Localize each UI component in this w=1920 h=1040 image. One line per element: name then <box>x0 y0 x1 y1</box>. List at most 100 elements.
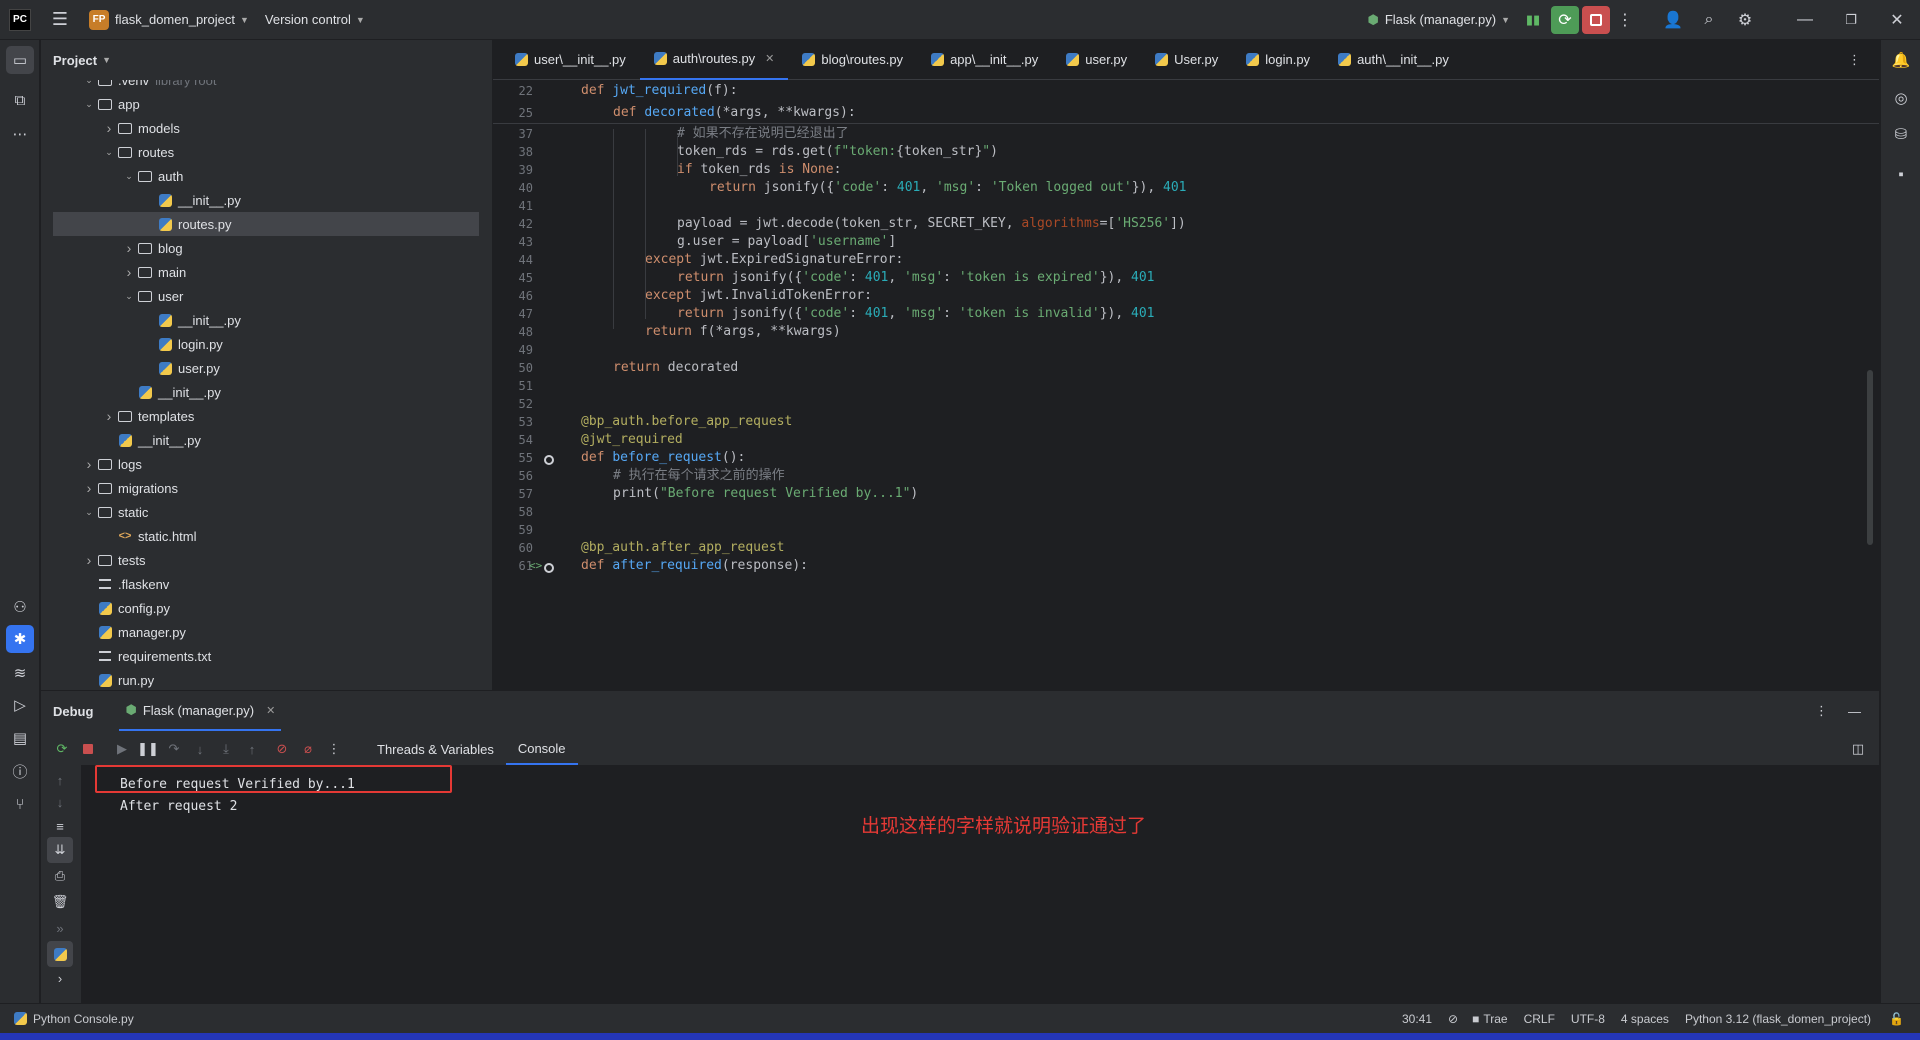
trae-plugin-label[interactable]: Trae <box>1483 1012 1507 1026</box>
tree-file[interactable]: <> static.html <box>41 524 481 548</box>
breakpoint-marker-icon[interactable] <box>544 563 554 573</box>
line-number[interactable]: 51 <box>493 377 533 395</box>
lock-icon[interactable]: 🔓 <box>1889 1012 1904 1026</box>
line-number[interactable]: 57 <box>493 485 533 503</box>
project-switcher[interactable]: FP flask_domen_project ▼ <box>81 6 257 34</box>
tree-folder[interactable]: › models <box>41 116 481 140</box>
tree-file[interactable]: config.py <box>41 596 481 620</box>
scroll-to-end-icon[interactable]: ⇊ <box>47 837 73 863</box>
editor-tab[interactable]: app\__init__.py <box>917 40 1052 80</box>
tree-file[interactable]: run.py <box>41 668 481 690</box>
close-tab-icon[interactable]: ✕ <box>765 52 774 65</box>
status-breadcrumb[interactable]: Python Console.py <box>14 1012 134 1026</box>
line-ending[interactable]: CRLF <box>1524 1012 1555 1026</box>
search-icon[interactable]: ⌕ <box>1694 5 1724 35</box>
more-tools-icon[interactable]: ⋯ <box>6 120 34 148</box>
line-number[interactable]: 53 <box>493 413 533 431</box>
editor-tab[interactable]: auth\routes.py ✕ <box>639 40 789 80</box>
tabs-more-icon[interactable]: ⋮ <box>1848 52 1861 68</box>
line-number[interactable]: 40 <box>493 179 533 197</box>
tree-file[interactable]: user.py <box>41 356 481 380</box>
run-config-selector[interactable]: ⬢ Flask (manager.py) ▼ <box>1359 6 1518 34</box>
layers-icon[interactable]: ≋ <box>6 659 34 687</box>
chevron-right-icon[interactable]: › <box>47 965 73 991</box>
file-encoding[interactable]: UTF-8 <box>1571 1012 1605 1026</box>
no-tracking-icon[interactable]: ⊘ <box>1448 1012 1458 1026</box>
chevron-right-icon[interactable]: › <box>81 456 97 472</box>
line-number[interactable]: 56 <box>493 467 533 485</box>
python-console-icon[interactable] <box>47 941 73 967</box>
tree-folder[interactable]: › tests <box>41 548 481 572</box>
debug-bug-icon[interactable]: ✱ <box>6 625 34 653</box>
line-number[interactable]: 60 <box>493 539 533 557</box>
chevron-right-icon[interactable]: › <box>101 408 117 424</box>
tree-file[interactable]: __init__.py <box>41 308 481 332</box>
ai-assistant-icon[interactable]: ◎ <box>1887 84 1915 112</box>
indent-setting[interactable]: 4 spaces <box>1621 1012 1669 1026</box>
more-icon[interactable]: ⋮ <box>321 736 347 762</box>
tree-folder[interactable]: › logs <box>41 452 481 476</box>
chevron-right-icon[interactable]: › <box>81 480 97 496</box>
more-actions-icon[interactable]: ⋮ <box>1610 5 1640 35</box>
settings-gear-icon[interactable]: ⚙ <box>1730 5 1760 35</box>
tab-threads-variables[interactable]: Threads & Variables <box>365 733 506 765</box>
tree-folder[interactable]: ⌄ routes <box>41 140 481 164</box>
pause-icon[interactable]: ❚❚ <box>135 736 161 762</box>
ide-logo[interactable]: PC <box>9 8 31 31</box>
override-gutter-icon[interactable]: <> <box>529 557 542 575</box>
line-number[interactable]: 38 <box>493 143 533 161</box>
code-view[interactable]: ⚠ 1 ︿ ﹀ 37# 如果不存在说明已经退出了38token_rds = rd… <box>493 80 1879 690</box>
more-options-icon[interactable]: ⋮ <box>1815 703 1828 719</box>
chevron-down-icon[interactable]: ⌄ <box>81 507 97 518</box>
tree-file[interactable]: __init__.py <box>41 428 481 452</box>
scroll-down-icon[interactable]: ↓ <box>47 789 73 815</box>
chevron-right-icon[interactable]: › <box>81 552 97 568</box>
console-output[interactable]: Before request Verified by...1 After req… <box>81 765 1879 1004</box>
line-number[interactable]: 47 <box>493 305 533 323</box>
minimize-icon[interactable]: — <box>1782 5 1828 35</box>
tree-folder[interactable]: › migrations <box>41 476 481 500</box>
problems-icon[interactable]: ⓘ <box>6 757 34 785</box>
line-number[interactable]: 25 <box>493 102 533 124</box>
line-number[interactable]: 59 <box>493 521 533 539</box>
tree-file[interactable]: login.py <box>41 332 481 356</box>
tree-folder[interactable]: ⌄ app <box>41 92 481 116</box>
line-number[interactable]: 44 <box>493 251 533 269</box>
restore-icon[interactable]: ❐ <box>1828 5 1874 35</box>
line-number[interactable]: 58 <box>493 503 533 521</box>
close-window-icon[interactable]: ✕ <box>1874 5 1920 35</box>
tree-file[interactable]: requirements.txt <box>41 644 481 668</box>
editor-tab[interactable]: login.py <box>1232 40 1324 80</box>
line-number[interactable]: 52 <box>493 395 533 413</box>
line-number[interactable]: 48 <box>493 323 533 341</box>
editor-tab[interactable]: user\__init__.py <box>501 40 640 80</box>
hide-panel-icon[interactable]: — <box>1848 704 1861 719</box>
line-number[interactable]: 42 <box>493 215 533 233</box>
clear-all-icon[interactable]: 🗑 <box>47 889 73 915</box>
line-number[interactable]: 37 <box>493 125 533 143</box>
resume-icon[interactable]: ▶ <box>109 736 135 762</box>
step-into-icon[interactable]: ↓ <box>187 736 213 762</box>
tree-file[interactable]: routes.py <box>53 212 479 236</box>
print-icon[interactable]: ⎙ <box>47 863 73 889</box>
line-number[interactable]: 43 <box>493 233 533 251</box>
interpreter[interactable]: Python 3.12 (flask_domen_project) <box>1685 1012 1871 1026</box>
line-number[interactable]: 49 <box>493 341 533 359</box>
step-over-icon[interactable]: ↷ <box>161 736 187 762</box>
python-packages-icon[interactable]: ⚇ <box>6 593 34 621</box>
tree-file[interactable]: .flaskenv <box>41 572 481 596</box>
notifications-bell-icon[interactable]: 🔔 <box>1887 46 1915 74</box>
tree-folder[interactable]: › templates <box>41 404 481 428</box>
git-branch-icon[interactable]: ⑂ <box>6 790 34 818</box>
pause-icon[interactable]: ▮▮ <box>1518 5 1548 35</box>
terminal-icon[interactable]: ▤ <box>6 724 34 752</box>
line-number[interactable]: 22 <box>493 80 533 102</box>
layout-settings-icon[interactable]: ◫ <box>1845 736 1871 762</box>
rerun-icon[interactable]: ⟳ <box>49 736 75 762</box>
tree-folder[interactable]: ⌄ .venv library root <box>41 80 481 92</box>
version-control-menu[interactable]: Version control ▼ <box>257 6 373 34</box>
editor-tab[interactable]: User.py <box>1141 40 1232 80</box>
cursor-position[interactable]: 30:41 <box>1402 1012 1432 1026</box>
tree-file[interactable]: __init__.py <box>41 380 481 404</box>
step-out-icon[interactable]: ↑ <box>239 736 265 762</box>
